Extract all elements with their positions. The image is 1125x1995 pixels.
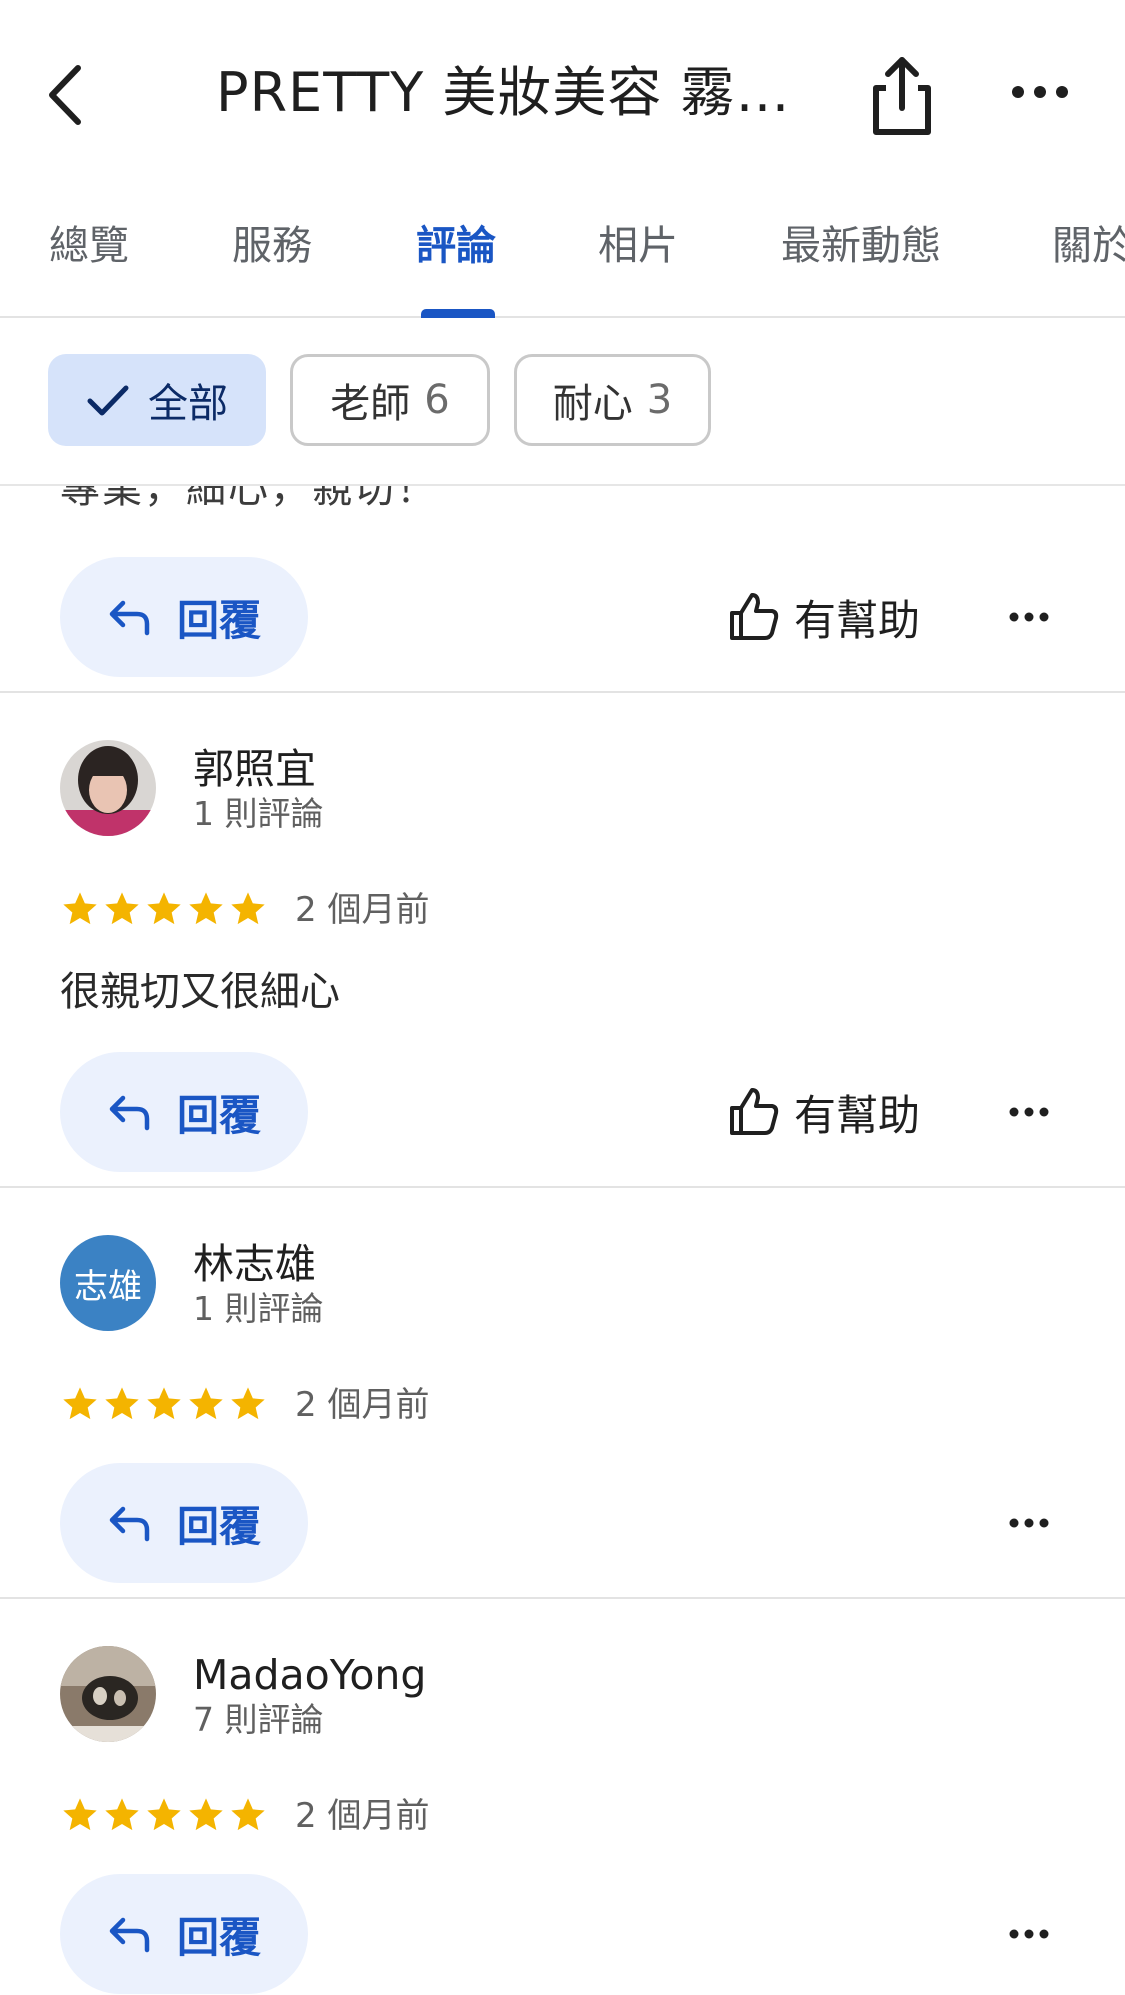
star-icon: [63, 1798, 97, 1831]
tab-bar: 總覽 服務 評論 相片 最新動態 關於: [0, 178, 1125, 319]
star-icon: [105, 1387, 139, 1420]
review-more-icon[interactable]: [1004, 1092, 1054, 1132]
tab-about[interactable]: 關於: [1052, 216, 1125, 276]
reply-arrow-icon: [109, 1095, 150, 1131]
star-icon: [63, 1387, 97, 1420]
reply-label: 回覆: [176, 1912, 261, 1962]
review-more-icon[interactable]: [1004, 1503, 1054, 1543]
review-more-icon[interactable]: [1004, 1914, 1054, 1954]
star-icon: [189, 1798, 223, 1831]
reviewer-review-count: 1 則評論: [193, 794, 324, 833]
star-icon: [105, 892, 139, 925]
thumbs-up-icon: [730, 593, 779, 640]
reply-arrow-icon: [109, 1506, 150, 1542]
tab-overview[interactable]: 總覽: [49, 216, 129, 276]
check-icon: [87, 385, 129, 416]
star-icon: [189, 892, 223, 925]
review-list[interactable]: 專業，細心，親切！ 回覆 有幫助 郭照宜 1 則評論 2 個月前 很親切又很細心…: [0, 484, 1125, 1995]
rating-stars: [60, 889, 270, 933]
chip-count: 6: [424, 377, 450, 423]
reviewer-name[interactable]: 林志雄: [193, 1237, 316, 1291]
star-icon: [189, 1387, 223, 1420]
star-icon: [63, 892, 97, 925]
reviewer-name[interactable]: 郭照宜: [193, 742, 316, 796]
star-icon: [231, 1387, 265, 1420]
avatar[interactable]: [60, 740, 156, 836]
avatar-initials: 志雄: [74, 1266, 142, 1307]
top-app-bar: PRETTY 美妝美容 霧…: [0, 0, 1125, 178]
review-divider: [0, 1186, 1125, 1188]
avatar[interactable]: 志雄: [60, 1235, 156, 1331]
review-divider: [0, 1597, 1125, 1599]
review-time: 2 個月前: [295, 1385, 430, 1425]
avatar[interactable]: [60, 1646, 156, 1742]
review-time: 2 個月前: [295, 1796, 430, 1836]
active-tab-indicator: [421, 309, 495, 318]
rating-stars: [60, 1384, 270, 1428]
more-options-button[interactable]: [1000, 55, 1080, 135]
reviewer-photo: [60, 1646, 156, 1742]
review-more-icon[interactable]: [1004, 597, 1054, 637]
tab-reviews[interactable]: 評論: [416, 216, 496, 276]
star-icon: [105, 1798, 139, 1831]
share-icon: [873, 57, 931, 135]
reviewer-review-count: 1 則評論: [193, 1289, 324, 1328]
review-time: 2 個月前: [295, 890, 430, 930]
chip-teacher[interactable]: 老師 6: [290, 354, 490, 446]
share-button[interactable]: [862, 50, 942, 140]
star-icon: [231, 892, 265, 925]
chip-patience[interactable]: 耐心 3: [514, 354, 711, 446]
chip-label: 耐心: [552, 381, 633, 427]
reply-label: 回覆: [176, 1501, 261, 1551]
reply-button[interactable]: 回覆: [60, 557, 308, 677]
tab-updates[interactable]: 最新動態: [781, 216, 941, 276]
chip-count: 3: [646, 377, 673, 423]
reviewer-name[interactable]: MadaoYong: [193, 1648, 426, 1702]
review-text: 專業，細心，親切！: [60, 484, 438, 512]
star-icon: [147, 892, 181, 925]
chip-label: 全部: [148, 381, 228, 427]
reply-button[interactable]: 回覆: [60, 1463, 308, 1583]
review-divider: [0, 691, 1125, 693]
chip-label: 老師: [330, 381, 411, 427]
rating-stars: [60, 1795, 270, 1839]
helpful-label: 有幫助: [794, 595, 921, 645]
thumbs-up-icon: [730, 1088, 779, 1135]
reviewer-review-count: 7 則評論: [193, 1700, 324, 1739]
back-arrow-icon: [49, 65, 81, 125]
back-button[interactable]: [40, 50, 130, 140]
reply-label: 回覆: [176, 595, 261, 645]
star-icon: [147, 1387, 181, 1420]
tab-photos[interactable]: 相片: [598, 216, 678, 276]
reviewer-photo: [60, 740, 156, 836]
star-icon: [231, 1798, 265, 1831]
review-text: 很親切又很細心: [60, 969, 340, 1015]
more-horizontal-icon: [1012, 86, 1068, 98]
reply-arrow-icon: [109, 1917, 150, 1953]
chip-all[interactable]: 全部: [48, 354, 266, 446]
reply-button[interactable]: 回覆: [60, 1874, 308, 1994]
helpful-button[interactable]: 有幫助: [728, 1077, 928, 1147]
place-title: PRETTY 美妝美容 霧…: [216, 61, 791, 124]
reply-label: 回覆: [176, 1090, 261, 1140]
helpful-label: 有幫助: [794, 1090, 921, 1140]
helpful-button[interactable]: 有幫助: [728, 582, 928, 652]
reply-arrow-icon: [109, 600, 150, 636]
star-icon: [147, 1798, 181, 1831]
reply-button[interactable]: 回覆: [60, 1052, 308, 1172]
tab-services[interactable]: 服務: [232, 216, 312, 276]
review-filter-chips: 全部 老師 6 耐心 3: [0, 318, 1125, 486]
